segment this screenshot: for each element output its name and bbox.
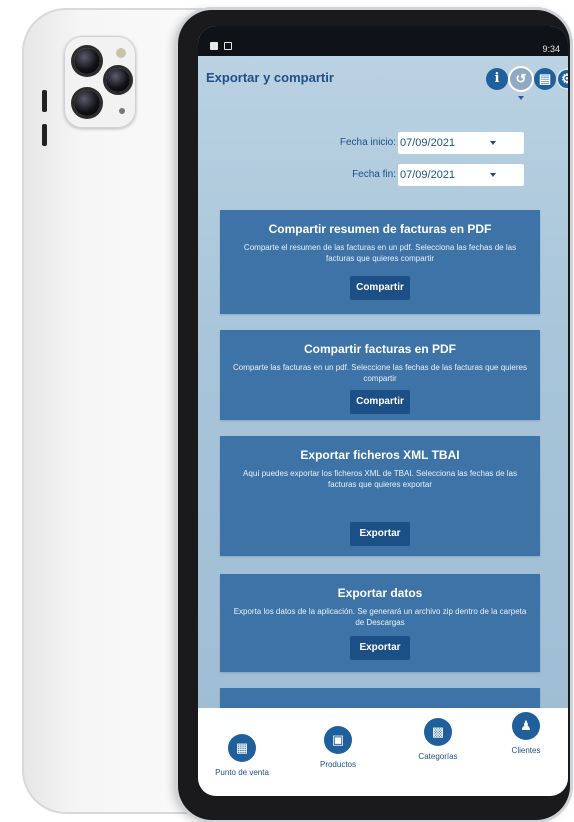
camera-lens-icon	[74, 48, 100, 74]
share-icon[interactable]: ↺	[510, 68, 532, 90]
settings-icon[interactable]: ⚙	[556, 68, 568, 90]
notification-icon	[224, 42, 232, 50]
end-date-value: 07/09/2021	[400, 169, 456, 181]
nav-item-label: Punto de venta	[215, 768, 269, 777]
microphone-icon	[119, 108, 125, 114]
share-summary-pdf-card: Compartir resumen de facturas en PDF Com…	[220, 210, 540, 314]
nav-item-label: Categorías	[418, 752, 458, 761]
chevron-down-icon	[490, 173, 496, 177]
camera-lens-icon	[74, 90, 100, 116]
nav-item-label: Clientes	[511, 746, 541, 755]
export-xml-tbai-card: Exportar ficheros XML TBAI Aquí puedes e…	[220, 436, 540, 556]
flash-icon	[116, 48, 126, 58]
card-description: Aquí puedes exportar los ficheros XML de…	[243, 469, 517, 489]
grid-icon: ▩	[424, 718, 452, 746]
end-date-row: Fecha fin: 07/09/2021	[198, 164, 568, 186]
nav-item-productos[interactable]: ▣ Productos	[298, 726, 378, 769]
card-title: Compartir resumen de facturas en PDF	[268, 222, 492, 236]
users-icon: ♟	[512, 712, 540, 740]
camera-lens-icon	[106, 68, 130, 92]
notification-icon	[210, 42, 218, 50]
export-xml-button[interactable]: Exportar	[350, 522, 410, 546]
nav-item-label: Productos	[319, 760, 357, 769]
nav-item-categorias[interactable]: ▩ Categorías	[398, 718, 478, 761]
share-invoices-button[interactable]: Compartir	[350, 390, 410, 414]
end-date-select[interactable]: 07/09/2021	[398, 164, 524, 186]
card-title: Compartir facturas en PDF	[303, 342, 457, 356]
start-date-value: 07/09/2021	[400, 137, 456, 149]
card-title: Exportar datos	[337, 586, 423, 600]
box-icon: ▣	[324, 726, 352, 754]
start-date-select[interactable]: 07/09/2021	[398, 132, 524, 154]
status-time: 9:34	[542, 44, 560, 54]
app-header: Exportar y compartir i ↺ ▤ ⚙	[198, 56, 568, 100]
start-date-label: Fecha inicio:	[339, 137, 396, 148]
chevron-down-icon	[490, 141, 496, 145]
share-invoices-pdf-card: Compartir facturas en PDF Comparte las f…	[220, 330, 540, 420]
info-icon[interactable]: i	[486, 68, 508, 90]
status-bar: 9:34	[198, 26, 568, 56]
end-date-label: Fecha fin:	[352, 169, 396, 180]
export-data-button[interactable]: Exportar	[350, 636, 410, 660]
app-screen: 9:34 Exportar y compartir i ↺ ▤ ⚙ Fecha …	[198, 26, 568, 796]
register-icon: ▦	[228, 734, 256, 762]
card-title: Exportar ficheros XML TBAI	[300, 448, 460, 462]
share-summary-button[interactable]: Compartir	[350, 276, 410, 300]
export-data-card: Exportar datos Exporta los datos de la a…	[220, 574, 540, 672]
bottom-nav: ▦ Punto de venta ▣ Productos ▩ Categoría…	[198, 708, 568, 796]
volume-button	[42, 124, 47, 146]
volume-button	[42, 90, 47, 112]
document-icon[interactable]: ▤	[534, 68, 556, 90]
nav-item-punto-de-venta[interactable]: ▦ Punto de venta	[202, 734, 282, 777]
page-title: Exportar y compartir	[206, 70, 334, 85]
card-description: Exporta los datos de la aplicación. Se g…	[233, 607, 527, 627]
nav-item-clientes[interactable]: ♟ Clientes	[486, 712, 566, 755]
start-date-row: Fecha inicio: 07/09/2021	[198, 132, 568, 154]
camera-module	[64, 36, 136, 128]
active-indicator-icon	[518, 96, 524, 100]
card-description: Comparte las facturas en un pdf. Selecci…	[233, 363, 527, 383]
card-description: Comparte el resumen de las facturas en u…	[243, 243, 517, 263]
